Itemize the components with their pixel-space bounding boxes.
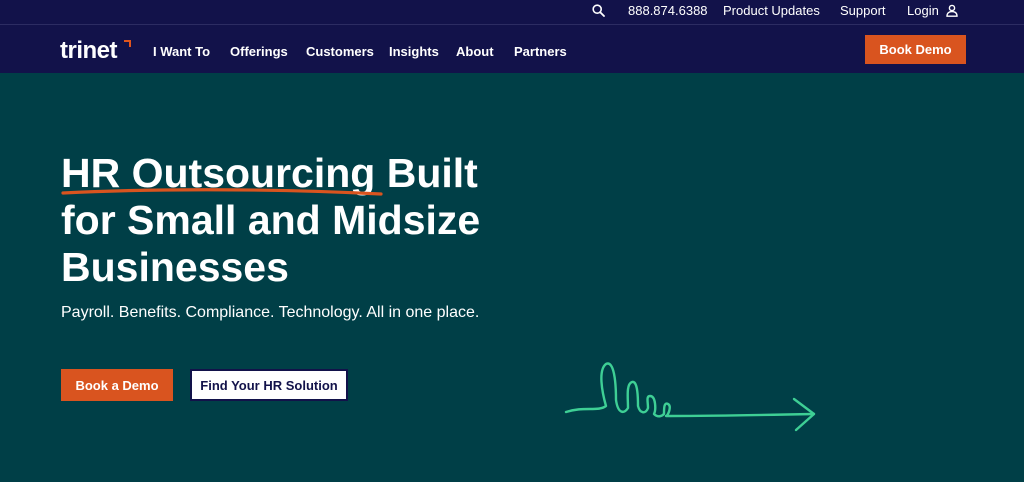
nav-i-want-to[interactable]: I Want To xyxy=(153,44,210,59)
phone-link[interactable]: 888.874.6388 xyxy=(628,3,708,19)
underline-stroke-icon xyxy=(61,188,383,196)
hero-title-highlight: HR Outsourcing xyxy=(61,150,383,197)
search-icon[interactable] xyxy=(592,4,605,21)
login-link[interactable]: Login xyxy=(907,3,939,19)
nav-offerings[interactable]: Offerings xyxy=(230,44,288,59)
hero-title: HR Outsourcing Built for Small and Midsi… xyxy=(61,150,531,291)
trinet-logo[interactable]: trinet xyxy=(60,38,118,64)
nav-partners[interactable]: Partners xyxy=(514,44,567,59)
site-header: 888.874.6388 Product Updates Support Log… xyxy=(0,0,1024,73)
book-demo-button[interactable]: Book Demo xyxy=(865,35,966,64)
support-link[interactable]: Support xyxy=(840,3,886,19)
nav-insights[interactable]: Insights xyxy=(389,44,439,59)
nav-about[interactable]: About xyxy=(456,44,494,59)
hero-subtitle: Payroll. Benefits. Compliance. Technolog… xyxy=(61,304,480,321)
utility-bar: 888.874.6388 Product Updates Support Log… xyxy=(0,0,1024,25)
find-hr-solution-button[interactable]: Find Your HR Solution xyxy=(190,369,348,401)
nav-customers[interactable]: Customers xyxy=(306,44,374,59)
user-icon[interactable] xyxy=(946,4,958,22)
squiggle-arrow-icon xyxy=(564,362,816,432)
logo-mark-icon xyxy=(124,40,131,47)
book-a-demo-button[interactable]: Book a Demo xyxy=(61,369,173,401)
product-updates-link[interactable]: Product Updates xyxy=(723,3,820,19)
